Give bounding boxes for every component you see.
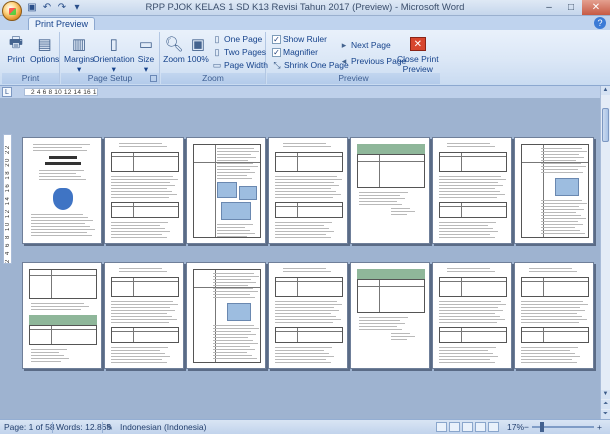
scroll-thumb[interactable] <box>602 108 609 142</box>
options-button[interactable]: ▤ Options <box>30 34 59 64</box>
vertical-scrollbar[interactable]: ▲ ▼ ⏶ ⏷ <box>600 86 610 419</box>
tab-print-preview[interactable]: Print Preview <box>28 17 96 30</box>
options-icon: ▤ <box>37 36 52 53</box>
page-thumbnail[interactable] <box>186 262 266 369</box>
zoom-button[interactable]: 🔍︎ Zoom <box>163 34 185 64</box>
printer-icon: 🖶 <box>8 33 24 51</box>
vertical-ruler[interactable]: 2 4 6 8 10 12 14 16 18 20 22 24 26 <box>3 134 12 264</box>
proofing-icon[interactable]: ✎ <box>106 422 113 433</box>
zoom-in-icon[interactable]: + <box>597 422 602 432</box>
print-button[interactable]: 🖶 Print <box>5 33 27 65</box>
group-label-print: Print <box>2 73 59 84</box>
office-button[interactable] <box>2 1 22 21</box>
preview-group: ✓ Show Ruler ✓ Magnifier ⤡ Shrink One Pa… <box>267 32 440 84</box>
full-screen-reading-view-icon[interactable] <box>449 422 460 432</box>
checkmark-icon: ✓ <box>272 47 281 57</box>
next-page-button[interactable]: ▸ Next Page <box>339 40 391 50</box>
shrink-one-page-button[interactable]: ⤡ Shrink One Page <box>272 60 348 70</box>
ribbon: 🖶 Print ▤ Options Print ▥ Margins ▾ ▯ Or… <box>0 30 610 86</box>
draft-view-icon[interactable] <box>488 422 499 432</box>
close-icon[interactable]: ✕ <box>582 0 610 15</box>
group-label-zoom: Zoom <box>161 73 265 84</box>
close-print-preview-button[interactable]: ✕ Close Print Preview <box>397 34 439 74</box>
magnifier-checkbox[interactable]: ✓ Magnifier <box>272 47 318 57</box>
tab-selector[interactable]: L <box>2 87 12 97</box>
size-button[interactable]: ▭ Size ▾ <box>135 34 157 74</box>
page-thumbnail[interactable] <box>186 137 266 244</box>
horizontal-ruler[interactable]: 2 4 6 8 10 12 14 16 18 <box>24 88 98 96</box>
page-size-icon: ▭ <box>138 36 154 53</box>
language-status[interactable]: Indonesian (Indonesia) <box>120 422 206 432</box>
page-thumbnail[interactable] <box>432 137 512 244</box>
page-setup-launcher-icon[interactable] <box>150 75 157 82</box>
two-pages-button[interactable]: ▯ Two Pages <box>212 47 267 57</box>
page-thumbnail[interactable] <box>268 137 348 244</box>
window-title: RPP PJOK KELAS 1 SD K13 Revisi Tahun 201… <box>145 2 465 13</box>
page-width-icon: ▭ <box>212 60 222 70</box>
orientation-button[interactable]: ▯ Orientation ▾ <box>93 34 135 74</box>
close-preview-icon: ✕ <box>409 37 426 51</box>
magnifying-glass-icon: 🔍︎ <box>164 36 184 53</box>
page-thumbnail[interactable] <box>268 262 348 369</box>
page-thumbnail[interactable] <box>22 262 102 369</box>
page-width-button[interactable]: ▭ Page Width <box>212 60 268 70</box>
outline-view-icon[interactable] <box>475 422 486 432</box>
page-thumbnail[interactable] <box>514 262 594 369</box>
group-label-page-setup: Page Setup <box>61 73 159 84</box>
group-label-preview: Preview <box>267 73 440 84</box>
next-page-scroll-icon[interactable]: ⏷ <box>601 410 610 419</box>
zoom-100-icon: ▣ <box>190 36 206 53</box>
zoom-100-button[interactable]: ▣ 100% <box>187 34 209 64</box>
two-pages-icon: ▯ <box>214 47 220 57</box>
page-setup-group: ▥ Margins ▾ ▯ Orientation ▾ ▭ Size ▾ Pag… <box>61 32 160 84</box>
minimize-icon[interactable]: – <box>538 0 560 15</box>
orientation-icon: ▯ <box>109 36 118 53</box>
page-thumbnail[interactable] <box>350 137 430 244</box>
window-controls: – □ ✕ <box>538 0 610 15</box>
margins-button[interactable]: ▥ Margins ▾ <box>64 34 94 74</box>
show-ruler-checkbox[interactable]: ✓ Show Ruler <box>272 34 327 44</box>
page-thumbnail[interactable] <box>514 137 594 244</box>
help-icon[interactable]: ? <box>594 17 606 29</box>
title-bar: ▣ ↶ ↷ ▾ RPP PJOK KELAS 1 SD K13 Revisi T… <box>0 0 610 21</box>
one-page-icon: ▯ <box>214 34 220 44</box>
zoom-level[interactable]: 17% <box>507 422 524 432</box>
shrink-icon: ⤡ <box>273 60 281 70</box>
page-thumbnail[interactable] <box>104 137 184 244</box>
ribbon-tab-row: Print Preview ? <box>0 16 610 30</box>
margins-icon: ▥ <box>72 36 87 53</box>
scroll-down-icon[interactable]: ▼ <box>601 390 610 399</box>
page-count[interactable]: Page: 1 of 58 <box>4 422 55 432</box>
page-thumbnail[interactable] <box>432 262 512 369</box>
status-bar: Page: 1 of 58 Words: 12.868 ✎ Indonesian… <box>0 419 610 434</box>
previous-page-icon: ◂ <box>341 56 347 66</box>
zoom-out-icon[interactable]: − <box>524 422 529 432</box>
page-thumbnail[interactable] <box>22 137 102 244</box>
page-thumbnail[interactable] <box>350 262 430 369</box>
ruler-row: L 2 4 6 8 10 12 14 16 18 <box>0 86 600 98</box>
web-layout-view-icon[interactable] <box>462 422 473 432</box>
preview-workspace[interactable] <box>0 98 600 419</box>
zoom-slider-knob[interactable] <box>540 422 544 432</box>
page-thumbnail[interactable] <box>104 262 184 369</box>
previous-page-scroll-icon[interactable]: ⏶ <box>601 400 610 409</box>
checkmark-icon: ✓ <box>272 34 281 44</box>
print-group: 🖶 Print ▤ Options Print <box>2 32 60 84</box>
maximize-icon[interactable]: □ <box>560 0 582 15</box>
print-layout-view-icon[interactable] <box>436 422 447 432</box>
scroll-up-icon[interactable]: ▲ <box>601 86 610 95</box>
next-page-icon: ▸ <box>341 40 347 50</box>
zoom-group: 🔍︎ Zoom ▣ 100% ▯ One Page ▯ Two Pages ▭ … <box>161 32 268 84</box>
one-page-button[interactable]: ▯ One Page <box>212 34 263 44</box>
